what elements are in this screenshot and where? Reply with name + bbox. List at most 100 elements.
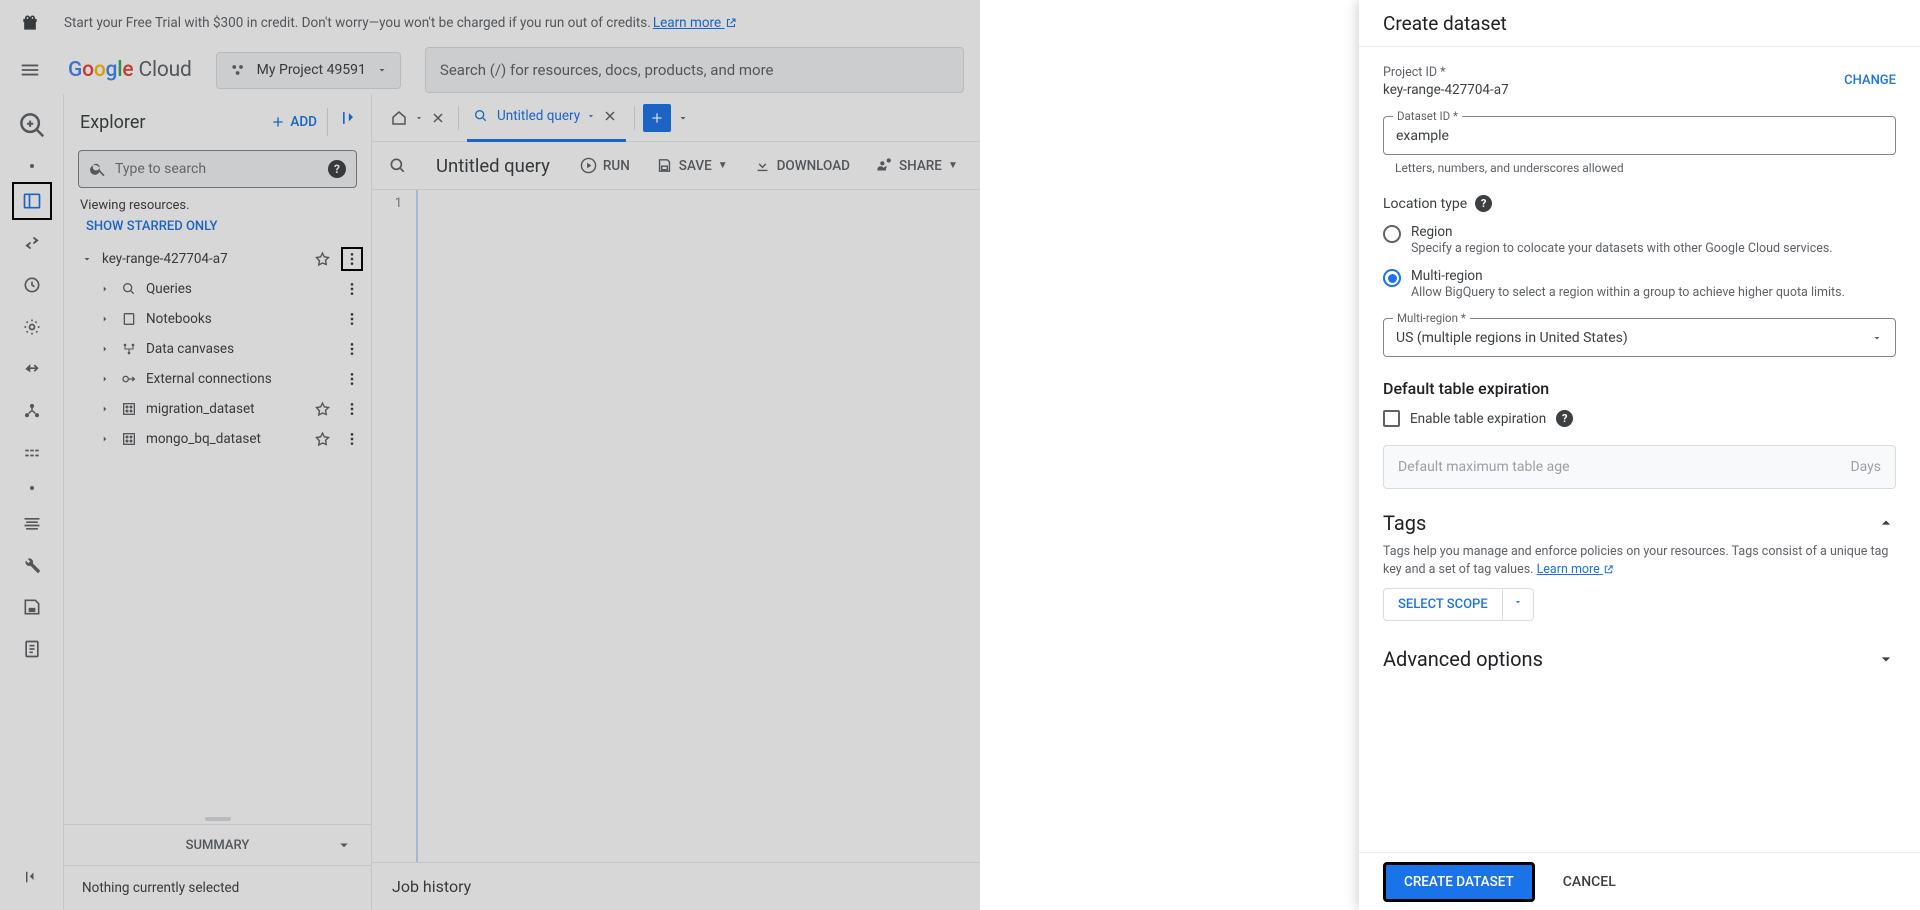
chevron-down-icon[interactable]: [1876, 649, 1896, 669]
job-history-bar[interactable]: Job history: [372, 862, 980, 910]
share-button[interactable]: SHARE▼: [876, 157, 958, 174]
download-button[interactable]: DOWNLOAD: [754, 157, 850, 174]
create-dataset-panel: Create dataset Project ID * key-range-42…: [1359, 0, 1920, 910]
close-icon[interactable]: [430, 110, 448, 126]
home-icon: [390, 109, 408, 127]
region-radio[interactable]: Region Specify a region to colocate your…: [1383, 224, 1896, 256]
tree-row[interactable]: External connections: [64, 364, 371, 394]
promo-learn-more-link[interactable]: Learn more: [653, 15, 737, 31]
more-menu-icon[interactable]: [341, 341, 363, 357]
more-menu-icon[interactable]: [341, 431, 363, 447]
query-title: Untitled query: [436, 155, 550, 177]
change-project-button[interactable]: CHANGE: [1844, 73, 1896, 88]
chevron-right-icon[interactable]: [98, 344, 112, 354]
select-scope-button[interactable]: SELECT SCOPE: [1383, 588, 1502, 621]
help-icon[interactable]: ?: [1556, 410, 1573, 427]
close-icon[interactable]: [602, 108, 620, 124]
rail-explorer-icon[interactable]: [12, 182, 52, 220]
rail-item-icon[interactable]: [12, 504, 52, 542]
chevron-right-icon[interactable]: [98, 284, 112, 294]
app-header: Google Cloud My Project 49591 Search (/)…: [0, 46, 980, 94]
tags-learn-more-link[interactable]: Learn more: [1537, 562, 1614, 577]
project-id-label: Project ID *: [1383, 65, 1509, 80]
tree-row[interactable]: migration_dataset: [64, 394, 371, 424]
chevron-down-icon[interactable]: [414, 113, 424, 123]
hamburger-menu-icon[interactable]: [16, 56, 44, 84]
resize-handle[interactable]: [64, 814, 371, 824]
promo-text: Start your Free Trial with $300 in credi…: [64, 15, 651, 31]
canvas-icon: [120, 341, 138, 357]
chevron-up-icon[interactable]: [1876, 513, 1896, 533]
rail-item-icon[interactable]: [12, 630, 52, 668]
dataset-id-hint: Letters, numbers, and underscores allowe…: [1383, 161, 1896, 175]
multiregion-radio[interactable]: Multi-region Allow BigQuery to select a …: [1383, 268, 1896, 300]
chevron-right-icon[interactable]: [98, 314, 112, 324]
collapse-explorer-icon[interactable]: [327, 108, 355, 136]
star-icon[interactable]: [311, 401, 333, 418]
global-search[interactable]: Search (/) for resources, docs, products…: [425, 47, 964, 93]
add-button[interactable]: ADD: [270, 114, 317, 130]
rail-reservations-icon[interactable]: [12, 350, 52, 388]
explorer-panel: Explorer ADD ? Viewing resources. SHOW S…: [64, 94, 372, 910]
tree-project-row[interactable]: key-range-427704-a7: [64, 244, 371, 274]
summary-body: Nothing currently selected: [64, 865, 371, 910]
rail-item-icon[interactable]: [12, 588, 52, 626]
bigquery-icon[interactable]: [13, 106, 51, 144]
rail-item-icon[interactable]: [12, 434, 52, 472]
dataset-icon: [120, 431, 138, 447]
star-icon[interactable]: [311, 431, 333, 448]
tree-row[interactable]: Data canvases: [64, 334, 371, 364]
run-button[interactable]: RUN: [580, 157, 630, 174]
chevron-right-icon[interactable]: [98, 374, 112, 384]
query-icon[interactable]: [388, 156, 410, 176]
tree-row[interactable]: Queries: [64, 274, 371, 304]
cancel-button[interactable]: CANCEL: [1553, 865, 1626, 899]
create-dataset-button[interactable]: CREATE DATASET: [1383, 862, 1535, 902]
code-editor[interactable]: 1: [372, 190, 980, 862]
more-menu-icon[interactable]: [341, 401, 363, 417]
tags-heading: Tags: [1383, 511, 1426, 535]
dataset-id-label: Dataset ID *: [1393, 109, 1462, 123]
rail-bi-engine-icon[interactable]: [12, 392, 52, 430]
more-menu-icon[interactable]: [341, 247, 363, 271]
explorer-search-input[interactable]: [115, 161, 320, 177]
rail-admin-icon[interactable]: [12, 308, 52, 346]
more-menu-icon[interactable]: [341, 371, 363, 387]
home-tab[interactable]: [384, 98, 450, 138]
resource-tree: key-range-427704-a7 Queries Notebooks: [64, 244, 371, 814]
show-starred-link[interactable]: SHOW STARRED ONLY: [64, 215, 371, 244]
more-menu-icon[interactable]: [341, 281, 363, 297]
untitled-query-tab[interactable]: Untitled query: [467, 94, 626, 142]
tree-row[interactable]: Notebooks: [64, 304, 371, 334]
rail-expand-icon[interactable]: [12, 858, 52, 896]
help-icon[interactable]: ?: [328, 160, 346, 178]
radio-checked-icon: [1383, 269, 1401, 287]
search-placeholder-text: Search (/) for resources, docs, products…: [440, 61, 774, 79]
enable-expiration-checkbox[interactable]: Enable table expiration ?: [1383, 410, 1896, 427]
help-icon[interactable]: ?: [1475, 195, 1492, 212]
rail-transfers-icon[interactable]: [12, 224, 52, 262]
more-menu-icon[interactable]: [341, 311, 363, 327]
explorer-search[interactable]: ?: [78, 150, 357, 188]
query-icon: [473, 108, 491, 124]
chevron-down-icon[interactable]: [677, 112, 689, 124]
chevron-down-icon[interactable]: [80, 253, 94, 265]
panel-title: Create dataset: [1359, 0, 1920, 47]
new-tab-button[interactable]: [643, 104, 671, 132]
tree-row[interactable]: mongo_bq_dataset: [64, 424, 371, 454]
save-button[interactable]: SAVE▼: [656, 157, 728, 174]
google-cloud-logo[interactable]: Google Cloud: [68, 58, 192, 82]
line-gutter: 1: [372, 190, 418, 862]
star-icon[interactable]: [311, 251, 333, 268]
tab-divider: [458, 106, 459, 130]
promo-bar: Start your Free Trial with $300 in credi…: [0, 0, 980, 46]
rail-settings-icon[interactable]: [12, 546, 52, 584]
select-scope-dropdown[interactable]: [1502, 588, 1534, 621]
external-connections-icon: [120, 371, 138, 387]
chevron-right-icon[interactable]: [98, 404, 112, 414]
summary-toggle[interactable]: SUMMARY: [64, 825, 371, 865]
rail-scheduled-icon[interactable]: [12, 266, 52, 304]
chevron-right-icon[interactable]: [98, 434, 112, 444]
project-picker[interactable]: My Project 49591: [216, 52, 401, 89]
chevron-down-icon[interactable]: [586, 111, 596, 121]
